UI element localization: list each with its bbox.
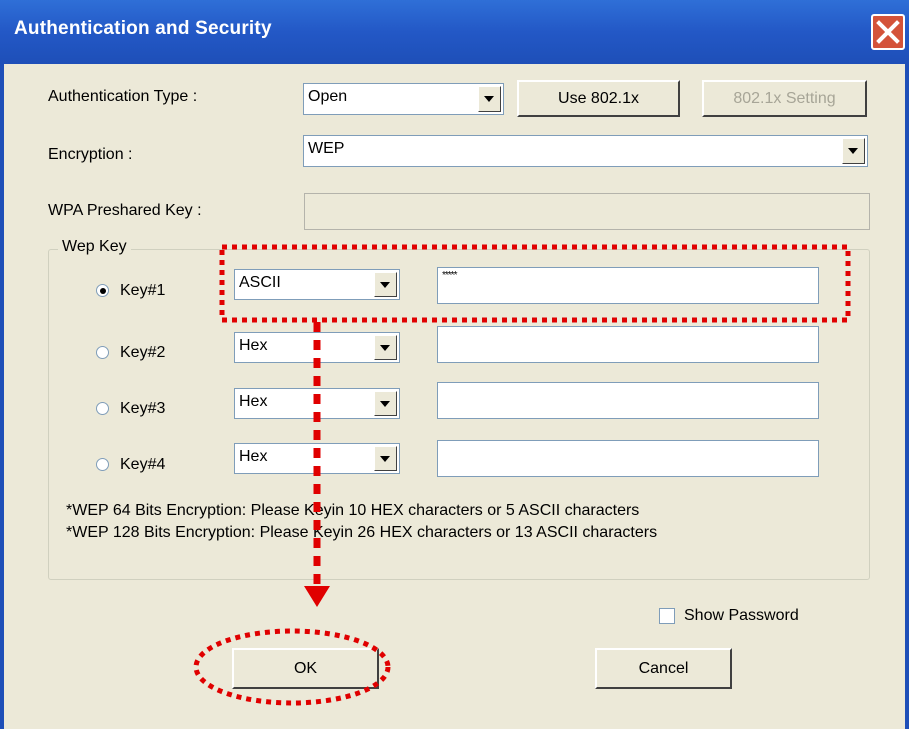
chevron-down-icon[interactable] bbox=[374, 391, 397, 416]
auth-type-select[interactable]: Open bbox=[303, 83, 504, 115]
key1-input[interactable]: ***** bbox=[437, 267, 819, 304]
key4-radio[interactable] bbox=[96, 458, 109, 471]
auth-type-value: Open bbox=[308, 88, 348, 105]
chevron-down-icon[interactable] bbox=[842, 138, 865, 164]
wep-key-group-label: Wep Key bbox=[58, 238, 131, 256]
key3-label: Key#3 bbox=[120, 400, 166, 417]
ok-button[interactable]: OK bbox=[232, 648, 379, 689]
chevron-down-icon[interactable] bbox=[374, 446, 397, 471]
key2-format-select[interactable]: Hex bbox=[234, 332, 400, 363]
key3-input[interactable] bbox=[437, 382, 819, 419]
auth-security-dialog: Authentication and Security Authenticati… bbox=[0, 0, 909, 729]
key3-radio[interactable] bbox=[96, 402, 109, 415]
chevron-down-icon[interactable] bbox=[478, 86, 501, 112]
chevron-down-icon[interactable] bbox=[374, 335, 397, 360]
key4-format-select[interactable]: Hex bbox=[234, 443, 400, 474]
window-title: Authentication and Security bbox=[14, 18, 272, 39]
key4-label: Key#4 bbox=[120, 456, 166, 473]
key1-label: Key#1 bbox=[120, 282, 166, 299]
key1-value: ***** bbox=[442, 270, 458, 281]
key2-radio[interactable] bbox=[96, 346, 109, 359]
wpa-key-field[interactable] bbox=[304, 193, 870, 230]
cancel-button[interactable]: Cancel bbox=[595, 648, 732, 689]
key1-format-value: ASCII bbox=[239, 274, 281, 291]
close-icon bbox=[876, 20, 900, 44]
key2-input[interactable] bbox=[437, 326, 819, 363]
arrow-head-icon bbox=[304, 586, 330, 607]
key4-format-value: Hex bbox=[239, 448, 268, 465]
auth-type-label: Authentication Type : bbox=[48, 88, 198, 105]
window-border-left bbox=[0, 64, 4, 729]
key2-format-value: Hex bbox=[239, 337, 268, 354]
key4-input[interactable] bbox=[437, 440, 819, 477]
window-border-right bbox=[905, 64, 909, 729]
show-password-label: Show Password bbox=[684, 607, 799, 624]
key2-label: Key#2 bbox=[120, 344, 166, 361]
encryption-select[interactable]: WEP bbox=[303, 135, 868, 167]
close-button[interactable] bbox=[871, 14, 905, 50]
key1-format-select[interactable]: ASCII bbox=[234, 269, 400, 300]
wpa-key-label: WPA Preshared Key : bbox=[48, 202, 202, 219]
wep-64-note: *WEP 64 Bits Encryption: Please Keyin 10… bbox=[66, 502, 640, 519]
encryption-value: WEP bbox=[308, 140, 345, 157]
key1-radio[interactable] bbox=[96, 284, 109, 297]
chevron-down-icon[interactable] bbox=[374, 272, 397, 297]
8021x-setting-button[interactable]: 802.1x Setting bbox=[702, 80, 867, 117]
wep-128-note: *WEP 128 Bits Encryption: Please Keyin 2… bbox=[66, 524, 658, 541]
show-password-checkbox[interactable] bbox=[659, 608, 675, 624]
key3-format-value: Hex bbox=[239, 393, 268, 410]
encryption-label: Encryption : bbox=[48, 146, 133, 163]
use-8021x-button[interactable]: Use 802.1x bbox=[517, 80, 680, 117]
key3-format-select[interactable]: Hex bbox=[234, 388, 400, 419]
